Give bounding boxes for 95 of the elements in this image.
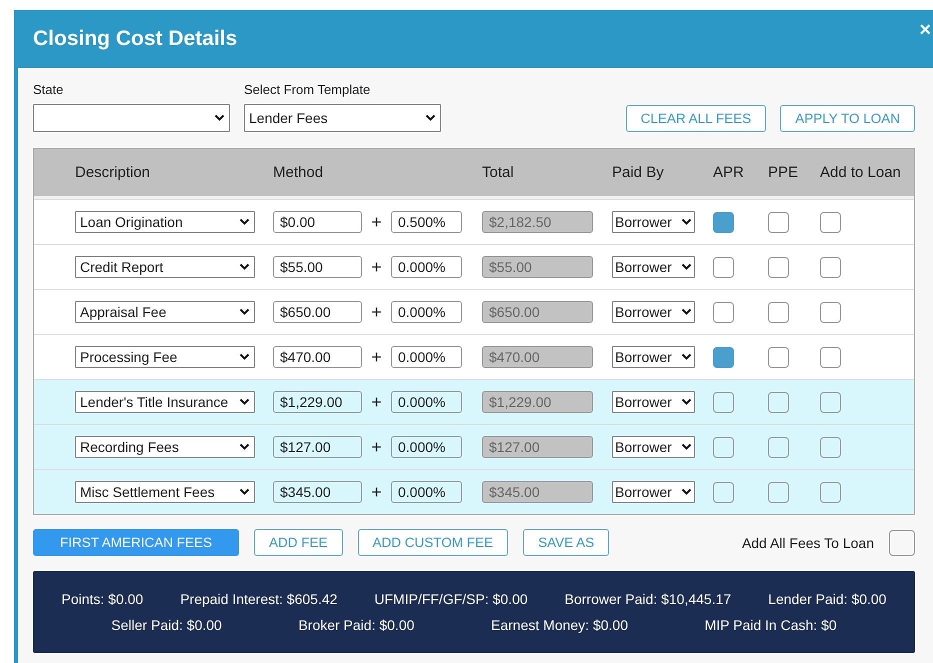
chevron-icon <box>239 218 250 226</box>
add-to-loan-checkbox[interactable] <box>820 346 841 368</box>
ppe-checkbox[interactable] <box>768 212 789 232</box>
add-to-loan-checkbox[interactable] <box>820 392 841 412</box>
summary-item: MIP Paid In Cash: $0 <box>704 617 837 633</box>
summary-item: Points: $0.00 <box>61 591 144 607</box>
description-dropdown[interactable]: Credit Report <box>75 256 255 278</box>
column-header: Total <box>482 164 515 181</box>
paid-by-dropdown[interactable]: Borrower <box>612 436 695 458</box>
summary-item: Earnest Money: $0.00 <box>491 617 628 633</box>
plus-sign: + <box>371 256 382 278</box>
percent-field[interactable]: 0.500% <box>391 211 462 233</box>
amount-field[interactable]: $127.00 <box>273 436 362 458</box>
paid-by-dropdown[interactable]: Borrower <box>612 256 695 278</box>
summary-item: Borrower Paid: $10,445.17 <box>564 591 732 607</box>
plus-sign: + <box>371 302 382 322</box>
paid-by-dropdown[interactable]: Borrower <box>612 346 695 368</box>
paid-by-dropdown[interactable]: Borrower <box>612 301 695 323</box>
add-all-fees-label: Add All Fees To Loan <box>742 534 874 550</box>
plus-sign: + <box>371 346 382 368</box>
column-header: PPE <box>768 164 800 181</box>
summary-item: Lender Paid: $0.00 <box>768 591 886 607</box>
paid-by-dropdown[interactable]: Borrower <box>612 211 695 233</box>
plus-sign: + <box>371 482 382 502</box>
amount-field[interactable]: $650.00 <box>273 301 362 323</box>
ppe-checkbox[interactable] <box>768 346 789 368</box>
description-dropdown[interactable]: Misc Settlement Fees <box>75 481 255 503</box>
chevron-icon <box>681 353 692 361</box>
percent-field[interactable]: 0.000% <box>391 256 462 278</box>
add-to-loan-checkbox[interactable] <box>820 302 841 322</box>
description-dropdown[interactable]: Loan Origination <box>75 211 255 233</box>
amount-field[interactable]: $470.00 <box>273 346 362 368</box>
amount-field[interactable]: $1,229.00 <box>273 391 362 413</box>
amount-field[interactable]: $55.00 <box>273 256 362 278</box>
chevron-icon <box>681 443 692 451</box>
percent-field[interactable]: 0.000% <box>391 481 462 503</box>
apr-checkbox[interactable] <box>713 302 734 322</box>
chevron-icon <box>239 443 250 451</box>
apr-checkbox[interactable] <box>713 392 734 412</box>
chevron-icon <box>239 488 250 496</box>
summary-item: UFMIP/FF/GF/SP: $0.00 <box>374 591 528 607</box>
chevron-icon <box>239 308 250 316</box>
paid-by-dropdown[interactable]: Borrower <box>612 391 695 413</box>
chevron-icon <box>214 114 225 122</box>
dropdown[interactable] <box>33 104 230 132</box>
summary-item: Broker Paid: $0.00 <box>298 617 414 633</box>
apr-checkbox[interactable] <box>713 212 734 232</box>
amount-field[interactable]: $345.00 <box>273 481 362 503</box>
ppe-checkbox[interactable] <box>768 302 789 322</box>
description-dropdown[interactable]: Appraisal Fee <box>75 301 255 323</box>
ppe-checkbox[interactable] <box>768 436 789 458</box>
plus-sign: + <box>371 392 382 412</box>
column-header: Add to Loan <box>820 164 902 181</box>
ppe-checkbox[interactable] <box>768 256 789 278</box>
description-dropdown[interactable]: Lender's Title Insurance <box>75 391 255 413</box>
column-header: Paid By <box>612 164 665 181</box>
add-all-fees-checkbox[interactable] <box>889 530 915 556</box>
chevron-icon <box>681 263 692 271</box>
chevron-icon <box>239 398 250 406</box>
field-label: Select From Template <box>244 82 372 97</box>
apr-checkbox[interactable] <box>713 346 734 368</box>
chevron-icon <box>681 308 692 316</box>
apr-checkbox[interactable] <box>713 482 734 502</box>
ppe-checkbox[interactable] <box>768 482 789 502</box>
add-to-loan-checkbox[interactable] <box>820 256 841 278</box>
percent-field[interactable]: 0.000% <box>391 436 462 458</box>
column-header: Method <box>273 164 324 181</box>
percent-field[interactable]: 0.000% <box>391 346 462 368</box>
add-to-loan-checkbox[interactable] <box>820 212 841 232</box>
paid-by-dropdown[interactable]: Borrower <box>612 481 695 503</box>
column-header: Description <box>75 164 152 181</box>
dialog-title: Closing Cost Details <box>33 27 238 51</box>
dropdown[interactable]: Lender Fees <box>244 104 441 132</box>
summary-item: Seller Paid: $0.00 <box>111 617 222 633</box>
chevron-icon <box>425 114 436 122</box>
percent-field[interactable]: 0.000% <box>391 301 462 323</box>
description-dropdown[interactable]: Recording Fees <box>75 436 255 458</box>
chevron-icon <box>681 488 692 496</box>
summary-item: Prepaid Interest: $605.42 <box>180 591 338 607</box>
add-to-loan-checkbox[interactable] <box>820 436 841 458</box>
amount-field[interactable]: $0.00 <box>273 211 362 233</box>
chevron-icon <box>239 263 250 271</box>
apr-checkbox[interactable] <box>713 256 734 278</box>
plus-sign: + <box>371 436 382 458</box>
percent-field[interactable]: 0.000% <box>391 391 462 413</box>
apr-checkbox[interactable] <box>713 436 734 458</box>
plus-sign: + <box>371 212 382 232</box>
chevron-icon <box>681 218 692 226</box>
add-to-loan-checkbox[interactable] <box>820 482 841 502</box>
column-header: APR <box>713 164 745 181</box>
chevron-icon <box>239 353 250 361</box>
ppe-checkbox[interactable] <box>768 392 789 412</box>
field-label: State <box>33 82 64 97</box>
chevron-icon <box>681 398 692 406</box>
description-dropdown[interactable]: Processing Fee <box>75 346 255 368</box>
